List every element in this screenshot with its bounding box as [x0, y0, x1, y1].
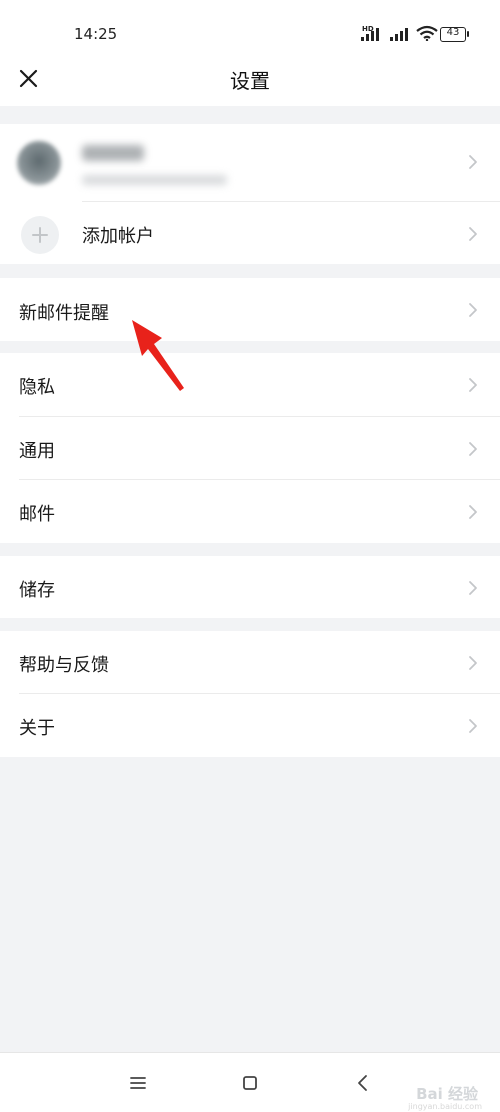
help-feedback-row[interactable]: 帮助与反馈	[0, 631, 500, 694]
privacy-label: 隐私	[19, 377, 55, 398]
chevron-right-icon	[469, 442, 477, 456]
status-icons: HD 43	[360, 25, 472, 45]
header-bar: 设置	[0, 58, 500, 106]
chevron-right-icon	[469, 505, 477, 519]
storage-section: 储存	[0, 556, 500, 618]
watermark-url: jingyan.baidu.com	[408, 1102, 482, 1111]
back-icon	[358, 1075, 367, 1091]
page-title: 设置	[230, 69, 270, 93]
add-account-row[interactable]: 添加帐户	[0, 202, 500, 264]
chevron-right-icon	[469, 719, 477, 733]
about-row[interactable]: 关于	[0, 694, 500, 757]
chevron-right-icon	[469, 581, 477, 595]
watermark-logo: Bai 经验	[416, 1085, 478, 1103]
account-name-blurred	[82, 145, 144, 161]
menu-icon	[130, 1077, 146, 1089]
about-label: 关于	[19, 718, 55, 739]
home-square-icon	[243, 1076, 257, 1090]
new-mail-alert-row[interactable]: 新邮件提醒	[0, 278, 500, 341]
home-nav-button[interactable]	[238, 1071, 262, 1095]
general-label: 通用	[19, 441, 55, 462]
help-feedback-label: 帮助与反馈	[19, 655, 109, 676]
avatar	[17, 141, 61, 185]
system-nav-bar: Bai 经验 jingyan.baidu.com	[0, 1052, 500, 1112]
new-mail-alert-label: 新邮件提醒	[19, 303, 109, 324]
battery-icon: 43	[440, 27, 466, 42]
status-bar: 14:25 HD 43	[0, 0, 500, 58]
hd-label: HD	[362, 25, 374, 33]
chevron-right-icon	[469, 155, 477, 169]
privacy-row[interactable]: 隐私	[0, 353, 500, 416]
settings-section: 隐私 通用 邮件	[0, 353, 500, 543]
storage-row[interactable]: 储存	[0, 556, 500, 619]
account-section: 添加帐户	[0, 124, 500, 264]
general-row[interactable]: 通用	[0, 417, 500, 480]
wifi-icon	[416, 25, 438, 42]
battery-level: 43	[446, 27, 460, 38]
mail-label: 邮件	[19, 504, 55, 525]
support-section: 帮助与反馈 关于	[0, 631, 500, 757]
chevron-right-icon	[469, 656, 477, 670]
back-nav-button[interactable]	[351, 1071, 375, 1095]
plus-icon	[32, 227, 48, 243]
storage-label: 储存	[19, 580, 55, 601]
signal-icon-2	[390, 28, 409, 41]
annotation-arrow-icon	[132, 320, 184, 391]
account-email-blurred	[82, 175, 227, 185]
add-circle	[21, 216, 59, 254]
notification-section: 新邮件提醒	[0, 278, 500, 341]
add-account-label: 添加帐户	[82, 226, 154, 247]
mail-row[interactable]: 邮件	[0, 480, 500, 543]
menu-nav-button[interactable]	[126, 1071, 150, 1095]
chevron-right-icon	[469, 227, 477, 241]
status-time: 14:25	[74, 25, 118, 43]
chevron-right-icon	[469, 303, 477, 317]
battery-tip	[467, 31, 469, 37]
chevron-right-icon	[469, 378, 477, 392]
account-row[interactable]	[0, 124, 500, 201]
